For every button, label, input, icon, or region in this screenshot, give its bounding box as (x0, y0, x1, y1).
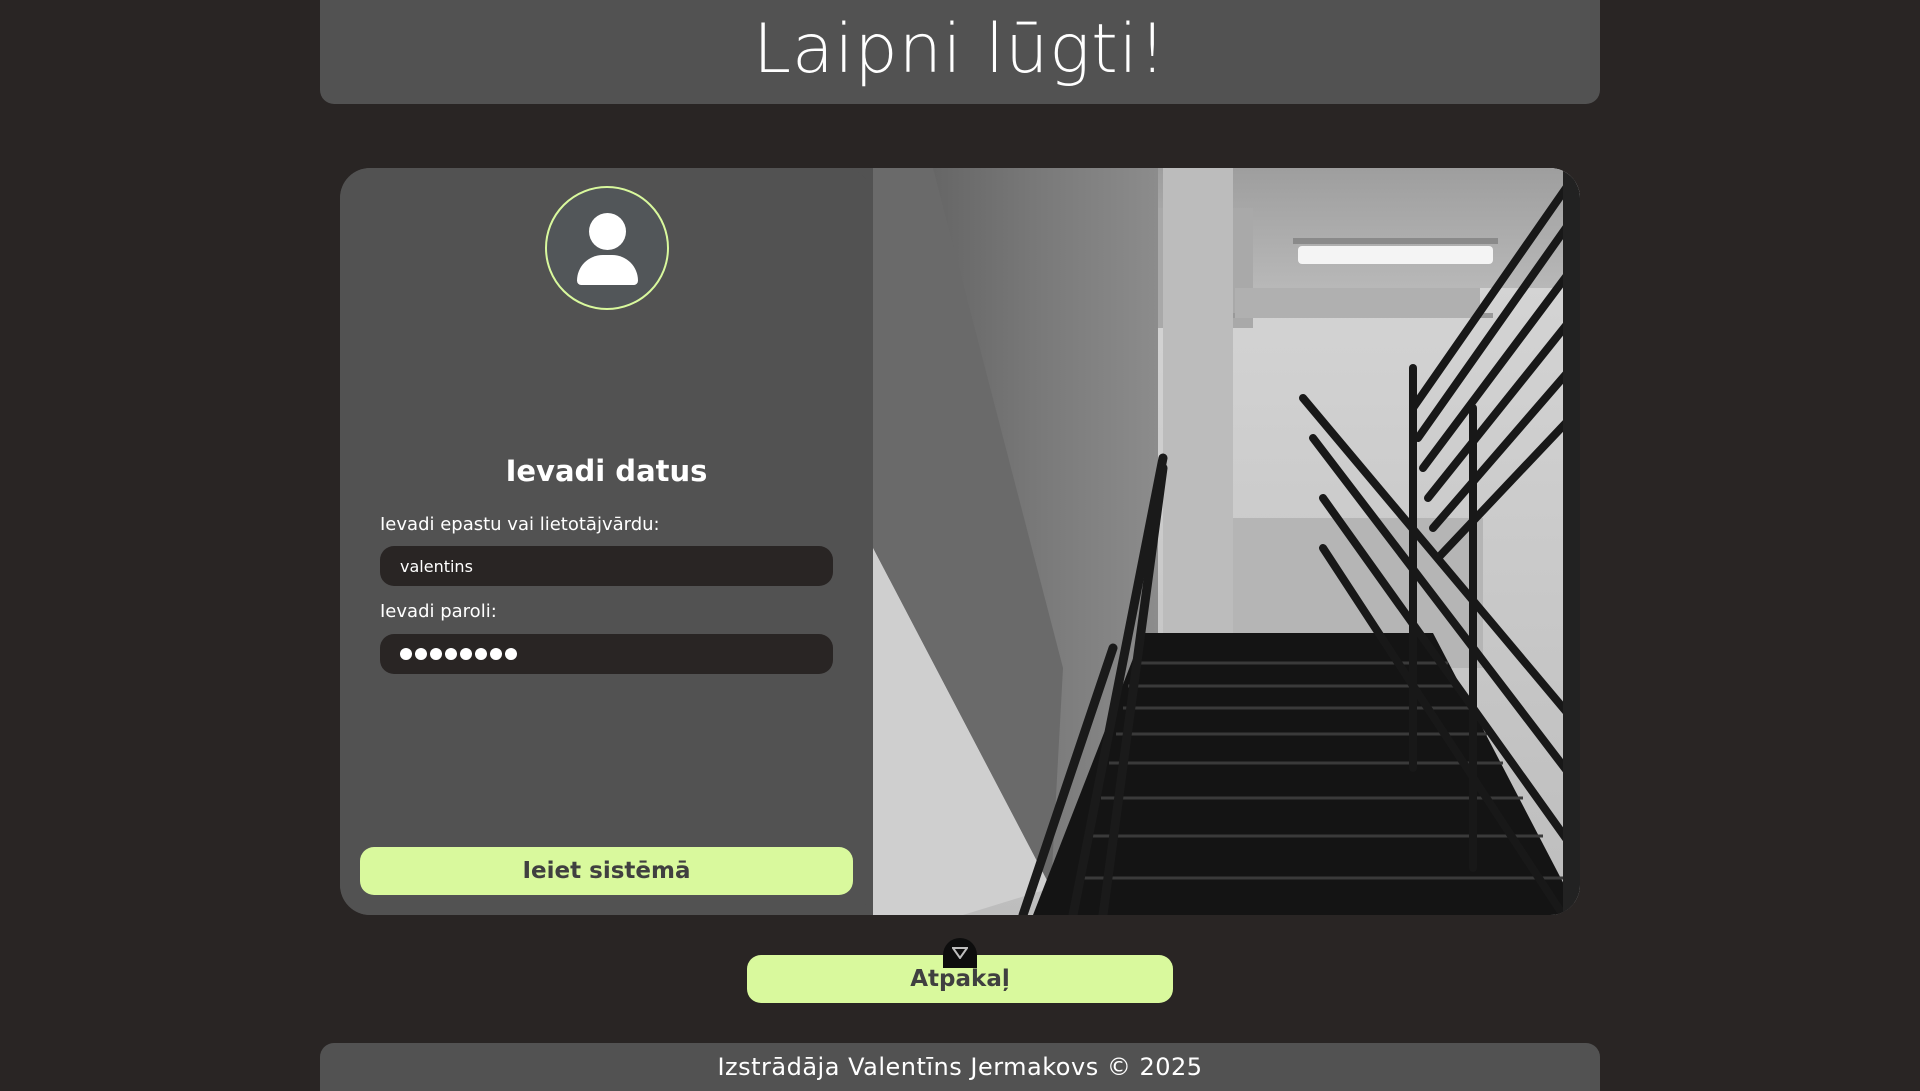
password-dot (415, 648, 427, 660)
username-label: Ievadi epastu vai lietotājvārdu: (380, 514, 660, 535)
password-dot (475, 648, 487, 660)
user-avatar (545, 186, 669, 310)
user-icon (589, 213, 626, 250)
password-dot (460, 648, 472, 660)
devtools-toggle[interactable] (943, 938, 977, 968)
chevron-down-icon (952, 947, 968, 959)
password-input[interactable] (380, 634, 833, 674)
password-dot (445, 648, 457, 660)
password-dot (505, 648, 517, 660)
password-label: Ievadi paroli: (380, 601, 497, 622)
user-icon-body (577, 255, 638, 285)
page-title: Laipni lūgti! (753, 10, 1167, 89)
password-dot (430, 648, 442, 660)
login-panel: Ievadi datus Ievadi epastu vai lietotājv… (340, 168, 873, 915)
login-card: Ievadi datus Ievadi epastu vai lietotājv… (340, 168, 1580, 915)
password-dot (400, 648, 412, 660)
password-dot (490, 648, 502, 660)
username-input[interactable] (380, 546, 833, 586)
page-header: Laipni lūgti! (320, 0, 1600, 104)
footer-credit: Izstrādāja Valentīns Jermakovs © 2025 (717, 1053, 1203, 1081)
page-footer: Izstrādāja Valentīns Jermakovs © 2025 (320, 1043, 1600, 1091)
login-heading: Ievadi datus (505, 454, 708, 488)
login-button[interactable]: Ieiet sistēmā (360, 847, 853, 895)
stairwell-photo (873, 168, 1580, 915)
